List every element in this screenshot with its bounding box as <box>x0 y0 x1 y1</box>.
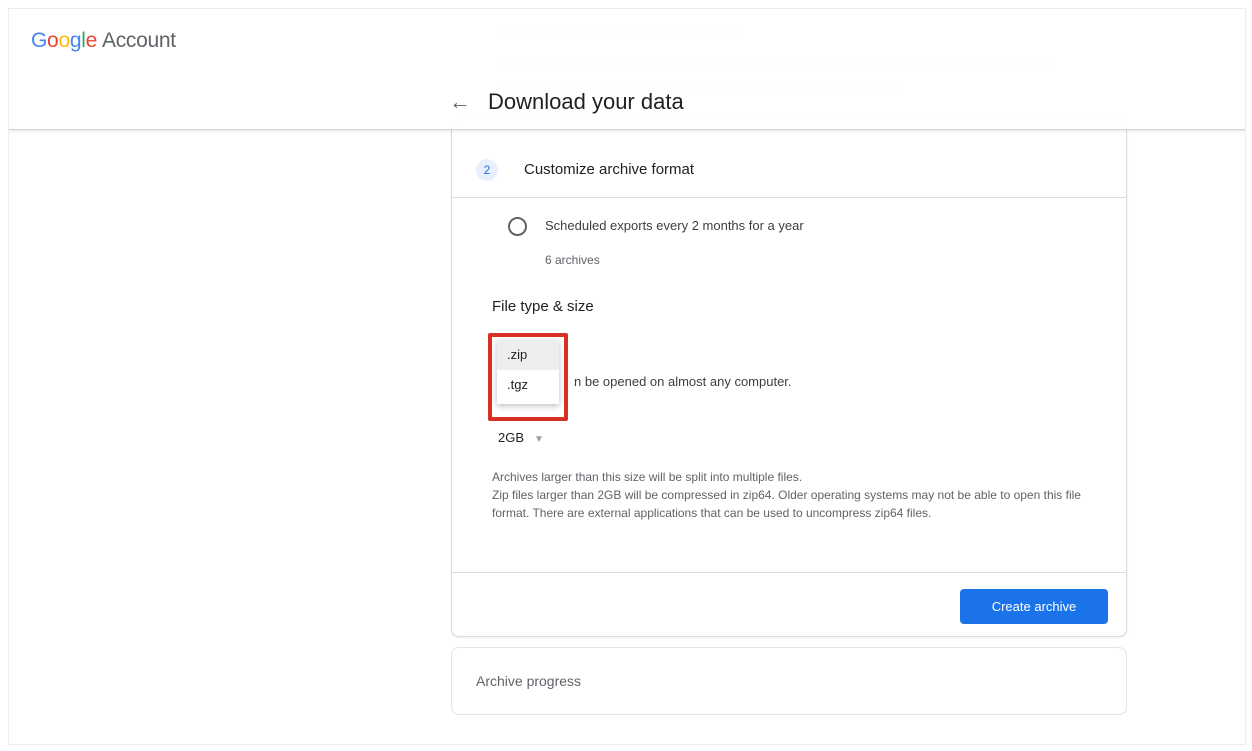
scheduled-export-radio[interactable] <box>508 217 527 236</box>
size-notes: Archives larger than this size will be s… <box>492 468 1092 522</box>
logo-letter: G <box>31 29 48 52</box>
google-account-logo[interactable]: Google Account <box>31 29 176 53</box>
archive-progress-card: Archive progress <box>451 647 1127 715</box>
app-header: Google Account ← Download your data <box>9 9 1245 130</box>
logo-letter: o <box>58 29 70 52</box>
scheduled-export-label: Scheduled exports every 2 months for a y… <box>545 218 804 233</box>
customize-format-card: 2 Customize archive format Scheduled exp… <box>451 119 1127 637</box>
scheduled-export-sublabel: 6 archives <box>545 253 600 267</box>
file-type-dropdown-menu[interactable]: .zip .tgz <box>497 340 559 404</box>
file-size-select[interactable]: 2GB ▼ <box>498 430 544 445</box>
step-header: 2 Customize archive format <box>452 120 1126 198</box>
file-size-value: 2GB <box>498 430 525 445</box>
file-type-section-title: File type & size <box>492 298 594 315</box>
logo-suffix: Account <box>101 29 176 52</box>
file-type-description: n be opened on almost any computer. <box>574 374 792 389</box>
divider <box>452 572 1126 573</box>
create-archive-button[interactable]: Create archive <box>960 589 1108 624</box>
step-number: 2 <box>476 159 498 181</box>
file-type-option-tgz[interactable]: .tgz <box>497 370 559 400</box>
step-title: Customize archive format <box>524 161 695 178</box>
logo-letter: o <box>47 29 59 52</box>
caret-down-icon: ▼ <box>534 434 544 445</box>
browser-frame: Google Account ← Download your data 2 Cus… <box>8 8 1246 745</box>
size-note-zip64: Zip files larger than 2GB will be compre… <box>492 488 1081 520</box>
logo-letter: g <box>69 29 82 52</box>
arrow-left-icon[interactable]: ← <box>449 89 471 115</box>
size-note-split: Archives larger than this size will be s… <box>492 470 803 484</box>
archive-progress-label: Archive progress <box>476 673 582 689</box>
page-title: Download your data <box>488 89 684 114</box>
file-type-option-zip[interactable]: .zip <box>497 340 559 370</box>
logo-letter: e <box>85 29 98 52</box>
